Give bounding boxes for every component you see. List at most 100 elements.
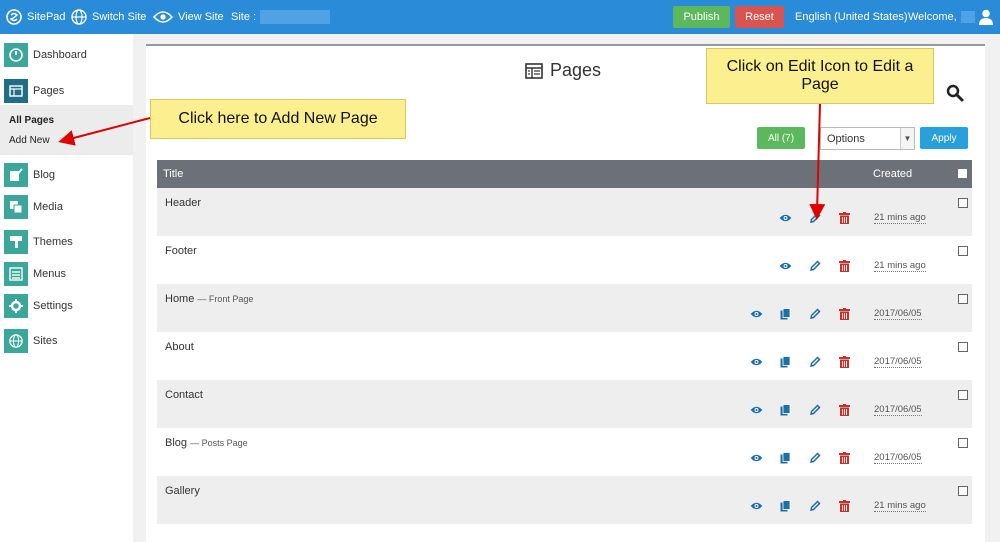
page-title-link[interactable]: Home — Front Page: [165, 293, 253, 305]
created-date: 21 mins ago: [874, 500, 926, 512]
sidebar-item-pages[interactable]: Pages: [0, 76, 133, 106]
switch-site-link[interactable]: Switch Site: [71, 0, 146, 34]
welcome-label: Welcome,: [908, 11, 957, 23]
dashboard-icon: [4, 43, 28, 67]
page-title-link[interactable]: Footer: [165, 245, 197, 257]
page-name: Home: [165, 293, 195, 305]
username-redacted: [960, 11, 975, 23]
page-name: Contact: [165, 389, 203, 401]
sidebar-item-menus[interactable]: Menus: [0, 259, 133, 289]
row-checkbox[interactable]: [958, 246, 968, 256]
delete-icon[interactable]: [837, 307, 851, 321]
pages-submenu: All Pages Add New: [0, 105, 133, 155]
language-selector[interactable]: English (United States): [795, 0, 908, 34]
view-icon[interactable]: [749, 355, 763, 369]
pages-icon: [4, 79, 28, 103]
view-icon[interactable]: [749, 403, 763, 417]
table-row: Blog — Posts Page 2017/06/05: [157, 428, 972, 476]
sidebar-item-label: Pages: [33, 85, 65, 97]
edit-callout: Click on Edit Icon to Edit a Page: [706, 48, 934, 104]
page-name: Footer: [165, 245, 197, 257]
edit-icon[interactable]: [808, 451, 822, 465]
row-checkbox[interactable]: [958, 390, 968, 400]
sidebar-item-media[interactable]: Media: [0, 192, 133, 222]
view-icon[interactable]: [749, 499, 763, 513]
sidebar-item-dashboard[interactable]: Dashboard: [0, 40, 133, 70]
sidebar-item-settings[interactable]: Settings: [0, 291, 133, 321]
reset-button[interactable]: Reset: [735, 6, 784, 28]
copy-icon[interactable]: [778, 355, 792, 369]
page-role: — Posts Page: [190, 438, 248, 448]
sitepad-logo-link[interactable]: SitePad: [6, 0, 66, 34]
page-title-text: Pages: [550, 60, 602, 80]
edit-icon[interactable]: [808, 499, 822, 513]
user-menu[interactable]: Welcome,: [908, 0, 998, 34]
edit-icon[interactable]: [808, 211, 822, 225]
page-name: Gallery: [165, 485, 200, 497]
sidebar-item-label: Dashboard: [33, 49, 87, 61]
row-checkbox[interactable]: [958, 438, 968, 448]
delete-icon[interactable]: [837, 355, 851, 369]
copy-icon[interactable]: [778, 403, 792, 417]
row-checkbox[interactable]: [958, 198, 968, 208]
table-row: Footer 21 mins ago: [157, 236, 972, 284]
sidebar-item-sites[interactable]: Sites: [0, 326, 133, 356]
delete-icon[interactable]: [837, 451, 851, 465]
row-checkbox[interactable]: [958, 486, 968, 496]
created-date: 2017/06/05: [874, 404, 922, 416]
sitepad-logo-icon: [6, 9, 22, 25]
sidebar-item-themes[interactable]: Themes: [0, 227, 133, 257]
view-icon[interactable]: [778, 259, 792, 273]
row-checkbox[interactable]: [958, 294, 968, 304]
chevron-down-icon: ▼: [900, 128, 914, 149]
page-name: About: [165, 341, 194, 353]
table-row: Contact 2017/06/05: [157, 380, 972, 428]
bulk-options-select[interactable]: Options ▼: [820, 127, 915, 150]
top-bar: SitePad Switch Site View Site Site : Pub…: [0, 0, 1000, 34]
view-site-link[interactable]: View Site: [153, 0, 224, 34]
filter-all-button[interactable]: All (7): [757, 127, 805, 149]
edit-icon[interactable]: [808, 259, 822, 273]
page-title-link[interactable]: About: [165, 341, 194, 353]
sidebar-item-label: Themes: [33, 236, 73, 248]
apply-button[interactable]: Apply: [920, 127, 968, 149]
sidebar-item-label: Settings: [33, 300, 73, 312]
copy-icon[interactable]: [778, 499, 792, 513]
view-icon[interactable]: [749, 451, 763, 465]
sidebar-item-blog[interactable]: Blog: [0, 160, 133, 190]
edit-icon[interactable]: [808, 355, 822, 369]
page-title-link[interactable]: Gallery: [165, 485, 200, 497]
created-date: 21 mins ago: [874, 212, 926, 224]
edit-icon[interactable]: [808, 307, 822, 321]
delete-icon[interactable]: [837, 211, 851, 225]
page-title-link[interactable]: Blog — Posts Page: [165, 437, 248, 449]
submenu-add-new[interactable]: Add New: [9, 135, 50, 146]
row-checkbox[interactable]: [958, 342, 968, 352]
copy-icon[interactable]: [778, 451, 792, 465]
page-name: Blog: [165, 437, 188, 449]
settings-icon: [4, 294, 28, 318]
table-row: Header 21 mins ago: [157, 188, 972, 236]
search-icon[interactable]: [946, 84, 964, 102]
delete-icon[interactable]: [837, 403, 851, 417]
select-all-checkbox[interactable]: [958, 169, 967, 178]
edit-icon[interactable]: [808, 403, 822, 417]
submenu-all-pages[interactable]: All Pages: [9, 115, 54, 126]
blog-icon: [4, 163, 28, 187]
sidebar-item-label: Media: [33, 201, 63, 213]
site-label: Site :: [231, 11, 257, 23]
pages-icon: [525, 62, 543, 79]
view-site-label: View Site: [178, 11, 224, 23]
view-icon[interactable]: [749, 307, 763, 321]
page-title-link[interactable]: Contact: [165, 389, 203, 401]
sidebar-item-label: Blog: [33, 169, 56, 181]
publish-button[interactable]: Publish: [673, 6, 730, 28]
view-icon[interactable]: [778, 211, 792, 225]
delete-icon[interactable]: [837, 259, 851, 273]
sidebar-item-label: Menus: [33, 268, 67, 280]
table-row: About 2017/06/05: [157, 332, 972, 380]
media-icon: [4, 195, 28, 219]
copy-icon[interactable]: [778, 307, 792, 321]
page-title-link[interactable]: Header: [165, 197, 201, 209]
delete-icon[interactable]: [837, 499, 851, 513]
